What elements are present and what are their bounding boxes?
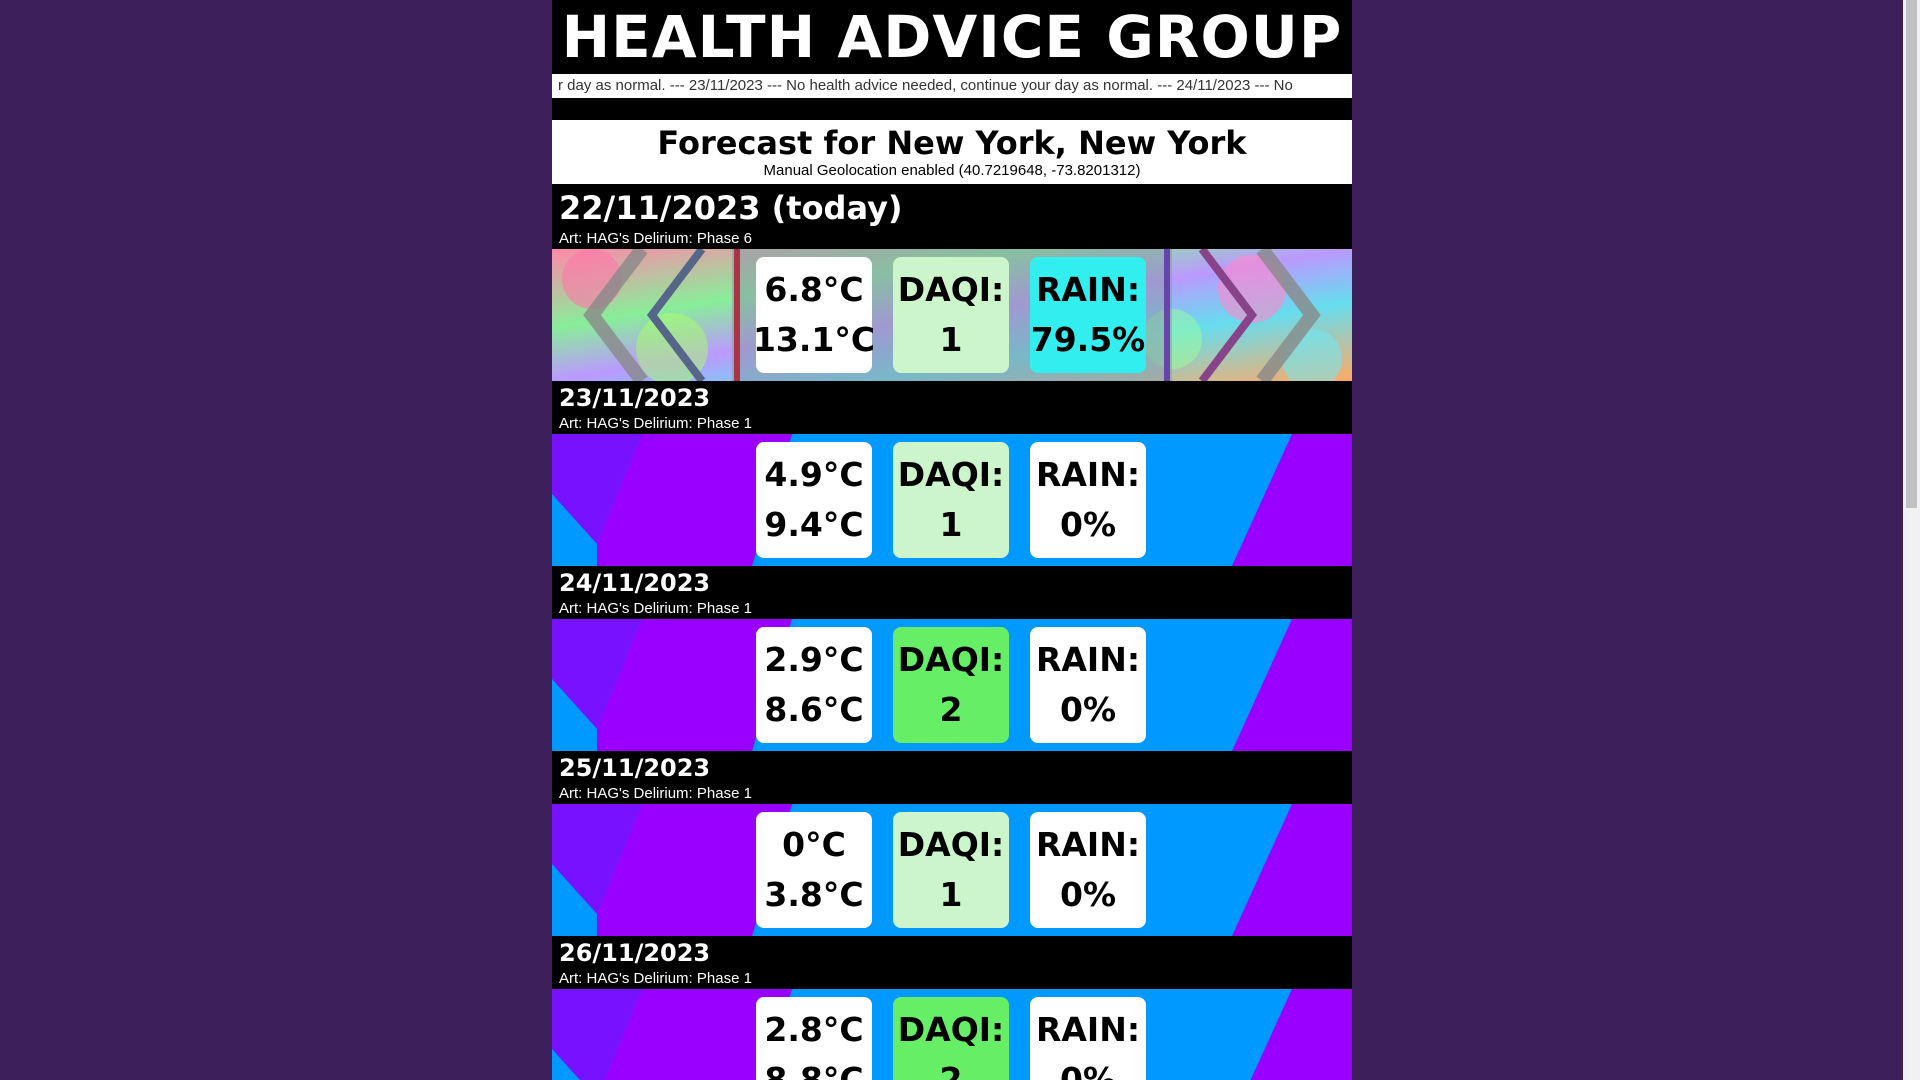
day-date: 26/11/2023 [559,939,711,967]
day-art-credit: Art: HAG's Delirium: Phase 1 [559,415,752,432]
ticker-spacer [552,98,1352,120]
day-art-credit: Art: HAG's Delirium: Phase 1 [559,600,752,617]
day-date: 23/11/2023 [559,384,711,412]
rain-label: RAIN: [1035,455,1141,494]
rain-value: 79.5% [1030,320,1146,359]
rain-label: RAIN: [1035,640,1141,679]
temp-min: 2.9°C [764,640,864,679]
daqi-card: DAQI: 2 [893,627,1009,743]
rain-value: 0% [1059,690,1117,729]
day-art: 2.9°C 8.6°C DAQI: 2 RAIN: 0% [552,619,1352,751]
day-stats: 2.9°C 8.6°C DAQI: 2 RAIN: 0% [756,627,1146,743]
rain-label: RAIN: [1035,825,1141,864]
day-art-credit: Art: HAG's Delirium: Phase 1 [559,785,752,802]
daqi-card: DAQI: 1 [893,812,1009,928]
daqi-card: DAQI: 1 [893,442,1009,558]
daqi-label: DAQI: [897,270,1005,309]
temperature-card: 4.9°C 9.4°C [756,442,872,558]
site-title: HEALTH ADVICE GROUP [561,3,1343,71]
day-date: 25/11/2023 [559,754,711,782]
day-stats: 2.8°C 8.8°C DAQI: 2 RAIN: 0% [756,997,1146,1080]
temperature-card: 2.8°C 8.8°C [756,997,872,1080]
day-art: 0°C 3.8°C DAQI: 1 RAIN: 0% [552,804,1352,936]
temperature-card: 0°C 3.8°C [756,812,872,928]
health-advice-ticker: r day as normal. --- 23/11/2023 --- No h… [552,74,1352,98]
daqi-value: 2 [939,1060,963,1080]
temp-min: 0°C [782,825,846,864]
temp-min: 6.8°C [764,270,864,309]
daqi-label: DAQI: [897,455,1005,494]
temp-min: 2.8°C [764,1010,864,1049]
daqi-value: 1 [939,320,963,359]
day-art: 2.8°C 8.8°C DAQI: 2 RAIN: 0% [552,989,1352,1080]
day-stats-today: 6.8°C 13.1°C DAQI: 1 RAIN: 79.5% [752,257,1146,373]
rain-card: RAIN: 0% [1030,997,1146,1080]
temp-max: 13.1°C [752,320,876,359]
day-art-credit: Art: HAG's Delirium: Phase 1 [559,970,752,987]
geolocation-status: Manual Geolocation enabled (40.7219648, … [763,162,1141,179]
day-header: 24/11/2023 Art: HAG's Delirium: Phase 1 [552,566,1352,619]
daqi-value: 1 [939,875,963,914]
temp-max: 3.8°C [764,875,864,914]
rain-card: RAIN: 79.5% [1030,257,1146,373]
day-stats: 4.9°C 9.4°C DAQI: 1 RAIN: 0% [756,442,1146,558]
rain-card: RAIN: 0% [1030,442,1146,558]
temp-max: 8.8°C [764,1060,864,1080]
day-date: 22/11/2023 (today) [559,189,903,227]
forecast-page: HEALTH ADVICE GROUP r day as normal. ---… [552,0,1352,1080]
rain-card: RAIN: 0% [1030,812,1146,928]
day-art: 4.9°C 9.4°C DAQI: 1 RAIN: 0% [552,434,1352,566]
day-header: 25/11/2023 Art: HAG's Delirium: Phase 1 [552,751,1352,804]
daqi-value: 1 [939,505,963,544]
temp-max: 8.6°C [764,690,864,729]
temp-min: 4.9°C [764,455,864,494]
forecast-header: Forecast for New York, New York Manual G… [552,120,1352,184]
temperature-card: 2.9°C 8.6°C [756,627,872,743]
daqi-label: DAQI: [897,1010,1005,1049]
temperature-card: 6.8°C 13.1°C [752,257,876,373]
scrollbar-thumb[interactable] [1906,0,1917,508]
forecast-title: Forecast for New York, New York [657,124,1247,162]
daqi-card: DAQI: 2 [893,997,1009,1080]
daqi-card: DAQI: 1 [893,257,1009,373]
daqi-label: DAQI: [897,640,1005,679]
rain-value: 0% [1059,875,1117,914]
day-art-today: 6.8°C 13.1°C DAQI: 1 RAIN: 79.5% [552,249,1352,381]
rain-value: 0% [1059,505,1117,544]
day-stats: 0°C 3.8°C DAQI: 1 RAIN: 0% [756,812,1146,928]
rain-value: 0% [1059,1060,1117,1080]
rain-label: RAIN: [1035,1010,1141,1049]
daqi-label: DAQI: [897,825,1005,864]
rain-label: RAIN: [1035,270,1141,309]
daqi-value: 2 [939,690,963,729]
page-scrollbar[interactable] [1903,0,1920,1080]
day-art-credit: Art: HAG's Delirium: Phase 6 [559,230,752,247]
temp-max: 9.4°C [764,505,864,544]
day-header: 26/11/2023 Art: HAG's Delirium: Phase 1 [552,936,1352,989]
day-header: 23/11/2023 Art: HAG's Delirium: Phase 1 [552,381,1352,434]
day-date: 24/11/2023 [559,569,711,597]
rain-card: RAIN: 0% [1030,627,1146,743]
day-header-today: 22/11/2023 (today) Art: HAG's Delirium: … [552,184,1352,249]
